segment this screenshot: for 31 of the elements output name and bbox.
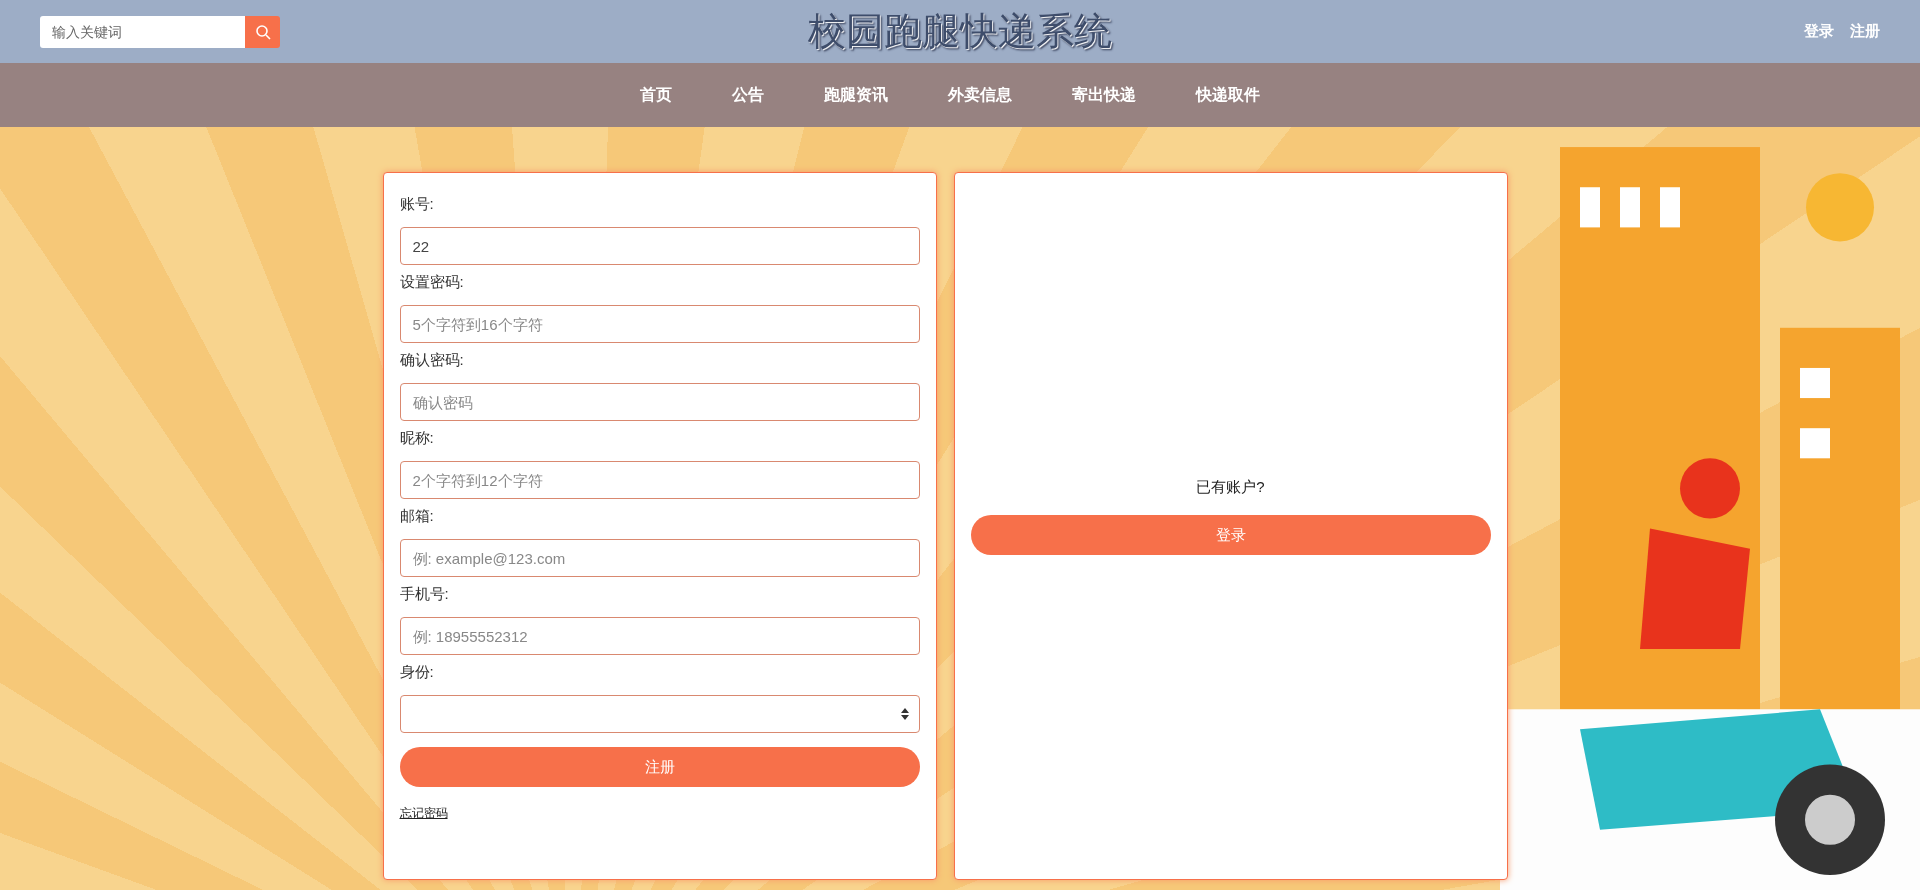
header-link[interactable]: 注册 xyxy=(1850,22,1880,41)
nav-link[interactable]: 外卖信息 xyxy=(948,84,1012,106)
search-field[interactable]: 输入关键词 xyxy=(40,15,245,48)
site-title: 校园跑腿快递系统 xyxy=(808,9,1112,54)
nav-link[interactable]: 快递取件 xyxy=(1196,84,1260,106)
input-field[interactable]: 2个字符到12个字符 xyxy=(399,461,920,499)
select-field[interactable] xyxy=(399,695,920,733)
field-label: 账号: xyxy=(399,195,435,214)
input-field[interactable]: 5个字符到16个字符 xyxy=(399,305,920,343)
search-icon xyxy=(254,23,271,40)
field-label: 确认密码: xyxy=(399,351,465,370)
field-label: 昵称: xyxy=(399,429,435,448)
account-prompt: 已有账户? xyxy=(1196,478,1265,497)
input-field[interactable]: 例: 18955552312 xyxy=(399,617,920,655)
field-label: 邮箱: xyxy=(399,507,435,526)
register-button[interactable]: 注册 xyxy=(399,747,920,787)
field-label: 手机号: xyxy=(399,585,450,604)
nav-link[interactable]: 跑腿资讯 xyxy=(824,84,888,106)
login-button[interactable]: 登录 xyxy=(970,515,1491,555)
nav-link[interactable]: 首页 xyxy=(640,84,672,106)
input-field[interactable]: 22 xyxy=(399,227,920,265)
field-label: 设置密码: xyxy=(399,273,465,292)
nav-link[interactable]: 寄出快递 xyxy=(1072,84,1136,106)
input-field[interactable]: 确认密码 xyxy=(399,383,920,421)
sort-icon xyxy=(900,708,909,720)
search-button[interactable] xyxy=(245,15,280,48)
input-field[interactable]: 例: example@123.com xyxy=(399,539,920,577)
forgot-password-link[interactable]: 忘记密码 xyxy=(399,805,448,822)
field-label: 身份: xyxy=(399,663,435,682)
header-link[interactable]: 登录 xyxy=(1804,22,1834,41)
nav-link[interactable]: 公告 xyxy=(732,84,764,106)
